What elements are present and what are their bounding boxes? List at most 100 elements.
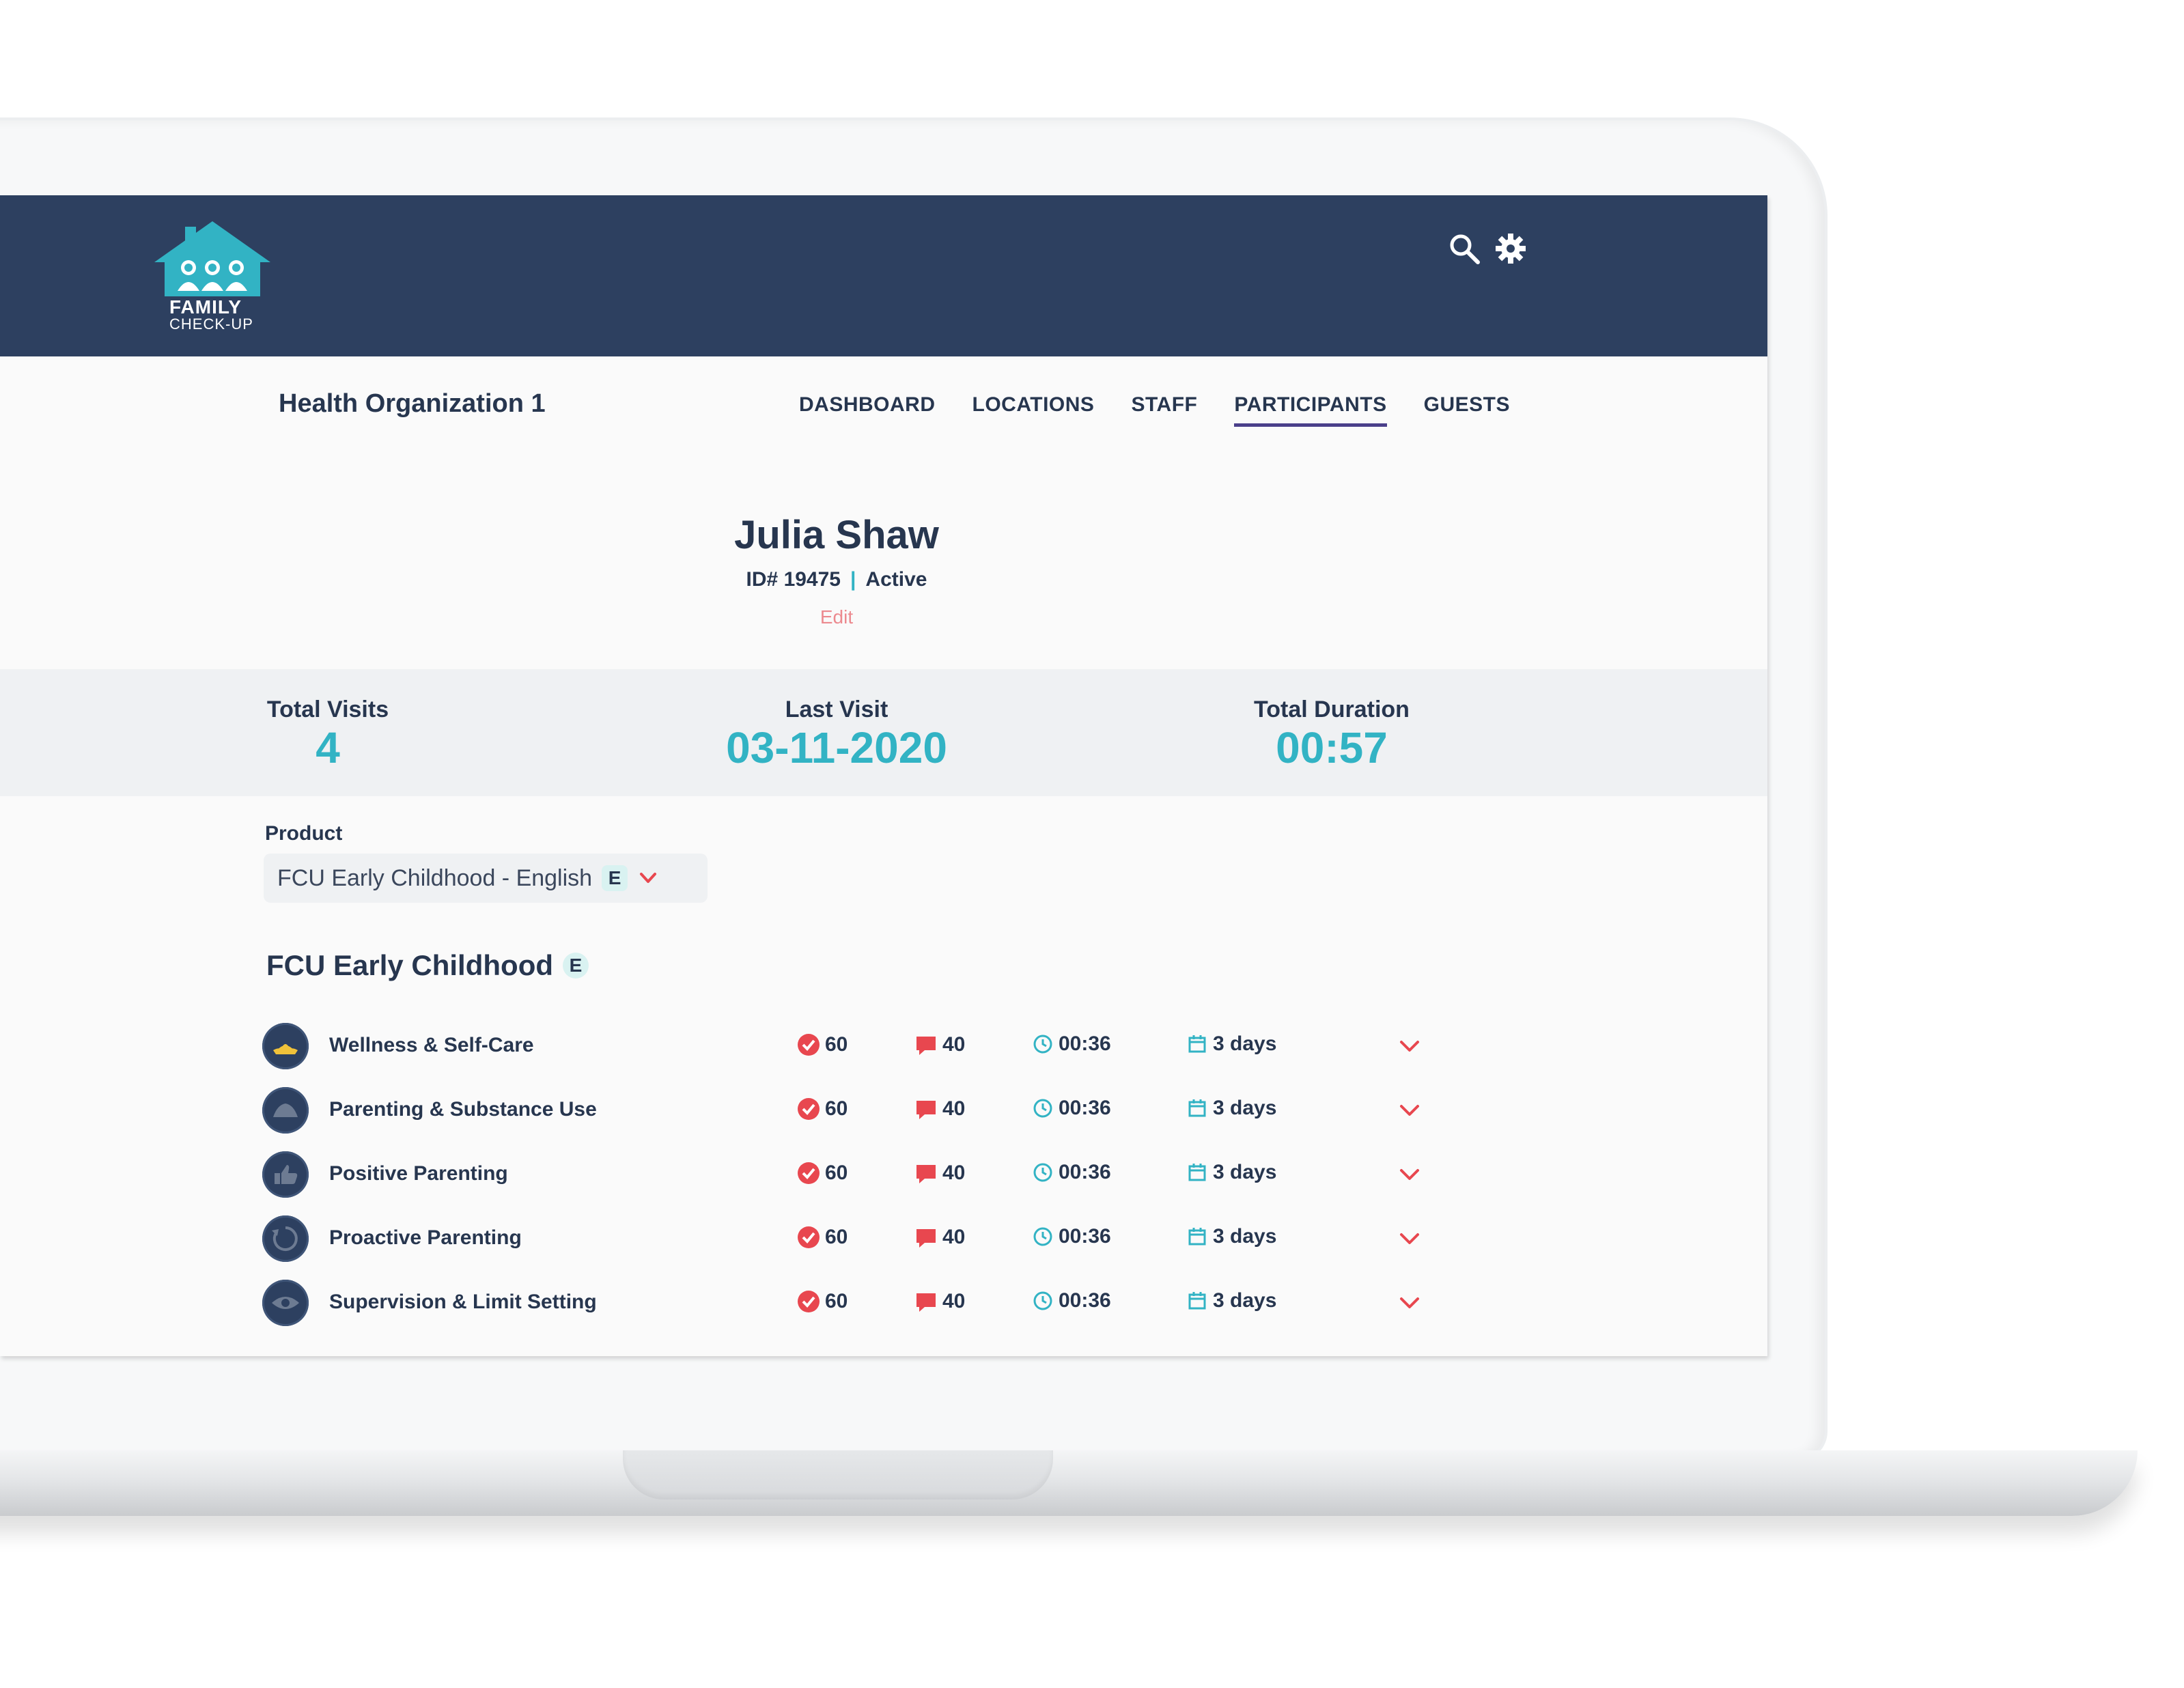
check-badge-icon [798,1162,820,1184]
module-row[interactable]: Positive Parenting 60 40 00:36 3 days [262,1151,1437,1199]
time-value: 00:36 [1059,1097,1111,1119]
edit-participant-link[interactable]: Edit [0,606,1673,628]
chevron-down-icon[interactable] [1396,1293,1423,1314]
time-metric: 00:36 [1031,1225,1111,1248]
calendar-icon [1188,1228,1206,1246]
comments-metric: 40 [914,1289,965,1314]
module-row[interactable]: Wellness & Self-Care 60 40 00:36 3 days [262,1023,1437,1071]
section-title-text: FCU Early Childhood [266,949,553,981]
comments-metric: 40 [914,1097,965,1121]
last-visit-value: 03-11-2020 [726,723,947,772]
clock-icon [1033,1035,1052,1054]
comments-metric: 40 [914,1032,965,1057]
score-value: 60 [825,1290,848,1312]
product-select[interactable]: FCU Early Childhood - English E [264,854,708,903]
score-value: 60 [825,1097,848,1120]
check-badge-icon [798,1098,820,1120]
chevron-down-icon[interactable] [1396,1165,1423,1185]
nav-guests[interactable]: GUESTS [1424,393,1510,427]
module-row[interactable]: Proactive Parenting 60 40 00:36 3 days [262,1215,1437,1263]
last-visit-label: Last Visit [785,697,888,722]
comment-icon [916,1293,936,1312]
time-value: 00:36 [1059,1161,1111,1183]
comments-value: 40 [942,1290,966,1312]
total-visits-label: Total Visits [266,697,389,722]
clock-icon [1033,1227,1052,1246]
module-row[interactable]: Parenting & Substance Use 60 40 00:36 3 … [262,1087,1437,1135]
check-badge-icon [798,1034,820,1056]
organization-name: Health Organization 1 [279,389,546,418]
nav-participants[interactable]: PARTICIPANTS [1234,393,1387,427]
time-metric: 00:36 [1031,1161,1111,1184]
section-title: FCU Early Childhood E [266,949,589,982]
comments-value: 40 [942,1226,966,1248]
calendar-icon [1188,1164,1206,1181]
comment-icon [916,1165,936,1183]
days-metric: 3 days [1186,1289,1276,1312]
section-badge: E [563,953,589,979]
laptop-base [0,1450,2138,1516]
days-value: 3 days [1213,1225,1277,1248]
chevron-down-icon[interactable] [1396,1229,1423,1250]
score-metric: 60 [796,1161,848,1185]
module-row[interactable]: Supervision & Limit Setting 60 40 00:36 … [262,1280,1437,1327]
days-metric: 3 days [1186,1097,1276,1120]
total-duration-label: Total Duration [1254,697,1410,722]
app-screen: FAMILY CHECK-UP Health Organization 1 DA… [0,195,1767,1356]
logo-subtitle: CHECK-UP [169,315,253,333]
participant-status: Active [865,568,927,591]
search-icon[interactable] [1446,231,1482,266]
nav-locations[interactable]: LOCATIONS [972,393,1095,427]
nav-staff[interactable]: STAFF [1131,393,1197,427]
laptop-notch [623,1450,1053,1500]
days-value: 3 days [1213,1161,1277,1183]
score-value: 60 [825,1226,848,1248]
total-duration-value: 00:57 [1276,723,1388,772]
days-value: 3 days [1213,1289,1277,1312]
meta-separator: | [850,568,856,591]
nav-dashboard[interactable]: DASHBOARD [799,393,936,427]
calendar-icon [1188,1035,1206,1053]
product-select-value: FCU Early Childhood - English [277,864,593,891]
days-value: 3 days [1213,1032,1277,1055]
participant-meta: ID# 19475 | Active [0,568,1673,591]
comments-metric: 40 [914,1225,965,1250]
clock-icon [1033,1163,1052,1182]
top-bar: FAMILY CHECK-UP [0,195,1767,356]
time-metric: 00:36 [1031,1289,1111,1312]
comment-icon [916,1101,936,1119]
comments-value: 40 [942,1162,966,1184]
chevron-down-icon [640,873,657,883]
lotus-icon [262,1023,309,1069]
days-metric: 3 days [1186,1032,1276,1056]
days-value: 3 days [1213,1097,1277,1119]
days-metric: 3 days [1186,1161,1276,1184]
cycle-arrows-icon [262,1215,309,1262]
module-label: Wellness & Self-Care [329,1034,534,1056]
calendar-icon [1188,1099,1206,1117]
chevron-down-icon[interactable] [1396,1101,1423,1121]
participant-id: ID# 19475 [746,568,841,591]
comment-icon [916,1037,936,1055]
score-value: 60 [825,1033,848,1056]
check-badge-icon [798,1291,820,1312]
time-value: 00:36 [1059,1289,1111,1312]
total-visits-value: 4 [316,723,340,772]
comments-value: 40 [942,1097,966,1120]
comments-metric: 40 [914,1161,965,1185]
check-badge-icon [798,1226,820,1248]
time-metric: 00:36 [1031,1032,1111,1056]
clock-icon [1033,1099,1052,1118]
module-label: Supervision & Limit Setting [329,1291,597,1313]
score-metric: 60 [796,1225,848,1250]
chevron-down-icon[interactable] [1396,1037,1423,1057]
clock-icon [1033,1291,1052,1310]
hands-icon [262,1087,309,1134]
gear-icon[interactable] [1493,231,1528,266]
participant-name: Julia Shaw [734,513,939,557]
time-metric: 00:36 [1031,1097,1111,1120]
language-badge: E [602,865,628,891]
time-value: 00:36 [1059,1032,1111,1055]
days-metric: 3 days [1186,1225,1276,1248]
score-metric: 60 [796,1032,848,1057]
